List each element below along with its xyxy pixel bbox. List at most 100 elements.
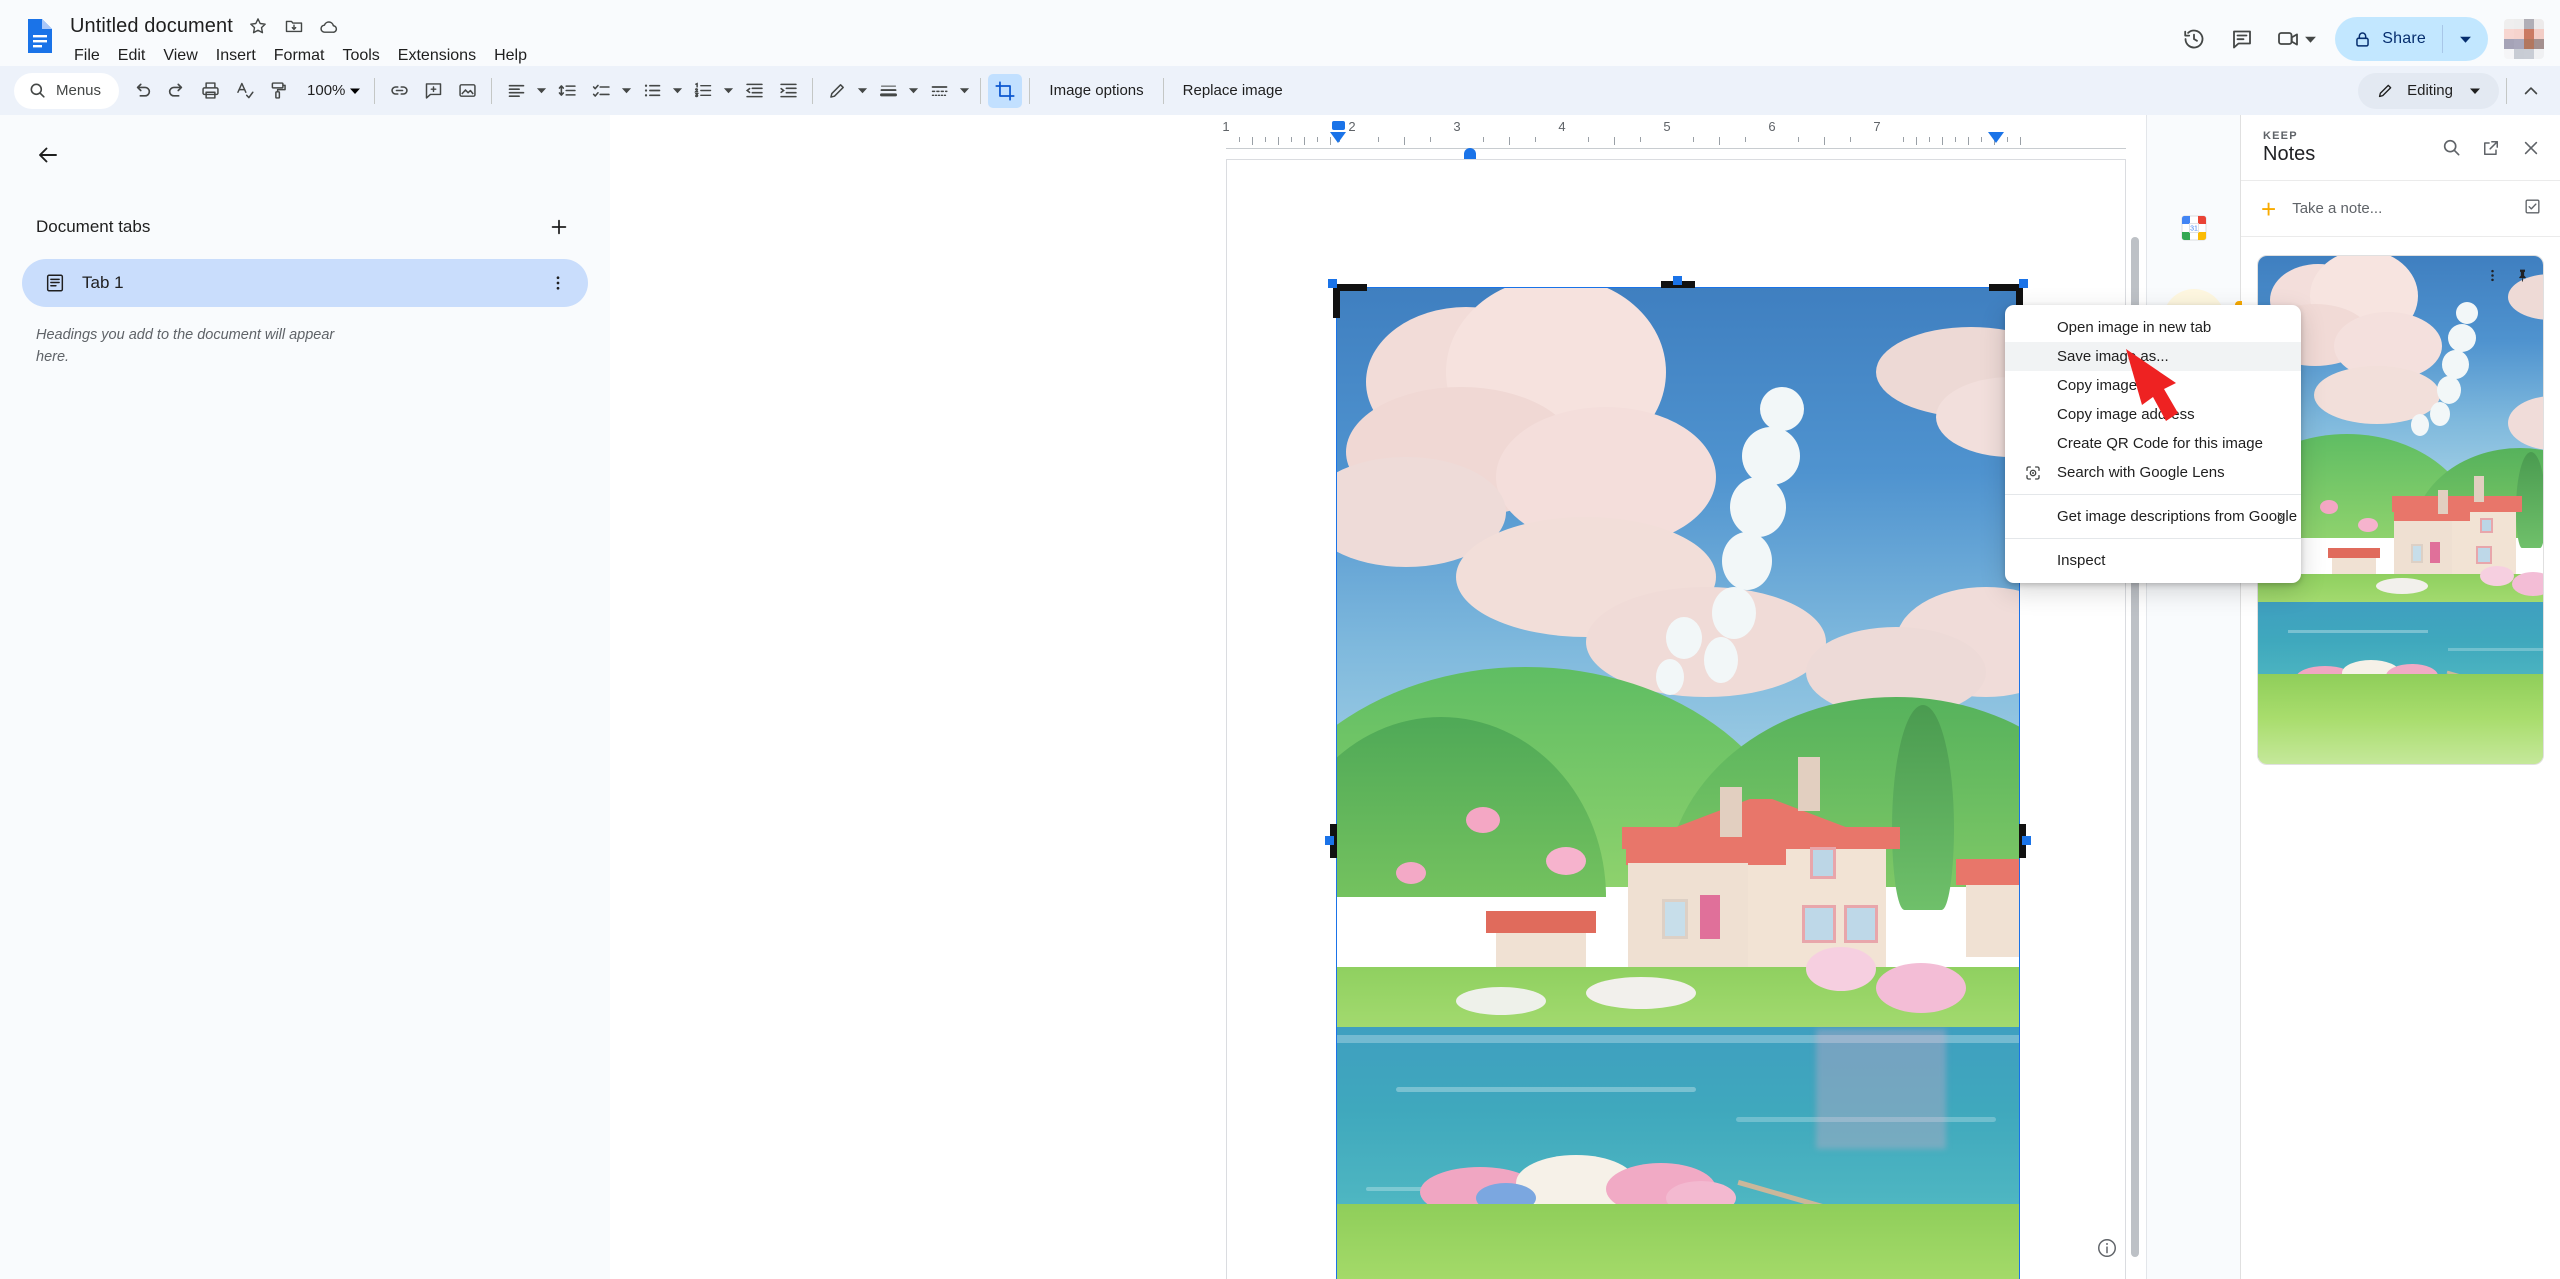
toolbar-right-group: Editing — [2358, 72, 2548, 109]
comment-history-icon[interactable] — [2220, 17, 2264, 61]
google-lens-icon — [2024, 464, 2042, 482]
meet-button[interactable] — [2268, 17, 2321, 61]
share-caret-icon[interactable] — [2443, 17, 2488, 61]
add-tab-button[interactable] — [542, 210, 576, 244]
align-button[interactable] — [499, 74, 533, 108]
editing-mode-button[interactable]: Editing — [2358, 72, 2499, 109]
keep-panel-title: Notes — [2263, 142, 2316, 165]
paint-format-button[interactable] — [261, 74, 295, 108]
numbered-list-button[interactable] — [686, 74, 720, 108]
more-vert-icon[interactable] — [544, 269, 572, 297]
context-menu-item-copy-image-address[interactable]: Copy image address — [2005, 400, 2301, 429]
toolbar-divider — [491, 77, 493, 104]
insert-image-button[interactable] — [450, 74, 484, 108]
context-menu-label: Copy image — [2057, 377, 2138, 394]
document-tab-icon — [46, 274, 64, 292]
svg-text:31: 31 — [2190, 226, 2198, 233]
body-area: Document tabs Tab 1 Headings you add to … — [0, 115, 2560, 1279]
context-menu-label: Copy image address — [2057, 406, 2195, 423]
context-menu-item-copy-image[interactable]: Copy image — [2005, 371, 2301, 400]
keep-notes-panel: KEEP Notes + Take a note... — [2240, 115, 2560, 1279]
redo-button[interactable] — [159, 74, 193, 108]
more-vert-icon[interactable] — [2481, 264, 2503, 286]
decrease-indent-button[interactable] — [737, 74, 771, 108]
title-and-menus: Untitled document File Edit View Insert … — [70, 8, 536, 69]
search-menus-button[interactable]: Menus — [14, 72, 120, 109]
context-menu-label: Create QR Code for this image — [2057, 435, 2263, 452]
document-tabs-header: Document tabs — [0, 209, 610, 245]
context-menu-label: Search with Google Lens — [2057, 464, 2225, 481]
pencil-icon — [2379, 84, 2392, 98]
title-bar: Untitled document File Edit View Insert … — [0, 0, 2560, 66]
context-menu-item-create-qr-code[interactable]: Create QR Code for this image — [2005, 429, 2301, 458]
document-image[interactable] — [1336, 287, 2020, 1279]
bulleted-list-button[interactable] — [635, 74, 669, 108]
page-title[interactable]: Untitled document — [70, 15, 233, 38]
chevron-down-icon — [2470, 88, 2480, 94]
document-tabs-label: Document tabs — [36, 217, 151, 236]
arrow-left-icon[interactable] — [26, 133, 70, 177]
image-context-menu[interactable]: Open image in new tab Save image as... C… — [2005, 305, 2301, 583]
checklist-caret-icon[interactable] — [618, 74, 635, 108]
search-icon — [30, 83, 45, 98]
context-menu-item-get-image-descriptions[interactable]: Get image descriptions from Google — [2005, 502, 2301, 531]
take-a-note-input[interactable]: + Take a note... — [2241, 181, 2560, 237]
image-options-button[interactable]: Image options — [1037, 75, 1155, 106]
context-menu-item-open-image-in-new-tab[interactable]: Open image in new tab — [2005, 313, 2301, 342]
lock-icon — [2356, 31, 2370, 47]
share-label: Share — [2382, 30, 2426, 47]
border-color-button[interactable] — [820, 74, 854, 108]
toolbar-divider — [1162, 77, 1164, 104]
open-in-new-icon[interactable] — [2472, 129, 2510, 167]
bulleted-list-caret-icon[interactable] — [669, 74, 686, 108]
checkbox-icon[interactable] — [2523, 197, 2542, 221]
share-button[interactable]: Share — [2335, 17, 2488, 61]
chevron-down-icon — [2305, 36, 2317, 43]
context-menu-item-search-with-google-lens[interactable]: Search with Google Lens — [2005, 458, 2301, 487]
replace-image-button[interactable]: Replace image — [1171, 75, 1295, 106]
info-icon[interactable] — [2090, 1231, 2124, 1265]
context-menu-item-save-image-as[interactable]: Save image as... — [2005, 342, 2301, 371]
version-history-icon[interactable] — [2172, 17, 2216, 61]
border-weight-button[interactable] — [871, 74, 905, 108]
increase-indent-button[interactable] — [771, 74, 805, 108]
numbered-list-caret-icon[interactable] — [720, 74, 737, 108]
context-menu-item-inspect[interactable]: Inspect — [2005, 546, 2301, 575]
toolbar-divider — [980, 77, 982, 104]
border-weight-caret-icon[interactable] — [905, 74, 922, 108]
user-avatar[interactable] — [2504, 19, 2544, 59]
zoom-selector[interactable]: 100% — [297, 74, 365, 108]
context-menu-label: Get image descriptions from Google — [2057, 508, 2298, 525]
document-tabs-pane: Document tabs Tab 1 Headings you add to … — [0, 115, 610, 1279]
document-scroll-area[interactable] — [610, 115, 2146, 1279]
checklist-button[interactable] — [584, 74, 618, 108]
collapse-toolbar-button[interactable] — [2514, 74, 2548, 108]
insert-link-button[interactable] — [382, 74, 416, 108]
line-spacing-button[interactable] — [550, 74, 584, 108]
close-icon[interactable] — [2512, 129, 2550, 167]
spelling-button[interactable] — [227, 74, 261, 108]
border-dash-button[interactable] — [922, 74, 956, 108]
crop-button[interactable] — [988, 73, 1023, 108]
pin-icon[interactable] — [2511, 264, 2533, 286]
undo-button[interactable] — [125, 74, 159, 108]
context-menu-separator — [2005, 538, 2301, 539]
print-button[interactable] — [193, 74, 227, 108]
star-icon[interactable] — [247, 15, 269, 37]
sidebar-item-calendar[interactable]: 31 — [2163, 197, 2225, 259]
border-dash-caret-icon[interactable] — [956, 74, 973, 108]
border-color-caret-icon[interactable] — [854, 74, 871, 108]
move-to-folder-icon[interactable] — [283, 15, 305, 37]
add-comment-button[interactable] — [416, 74, 450, 108]
context-menu-label: Inspect — [2057, 552, 2106, 569]
align-caret-icon[interactable] — [533, 74, 550, 108]
main-toolbar: Menus 100% Image options Replace image E… — [0, 66, 2560, 115]
chevron-right-icon — [2273, 510, 2287, 524]
cloud-saved-icon[interactable] — [319, 15, 341, 37]
docs-logo-icon[interactable] — [18, 14, 62, 58]
outline-empty-hint: Headings you add to the document will ap… — [36, 327, 335, 365]
sidebar-item-tab-1[interactable]: Tab 1 — [22, 259, 588, 307]
sidebar-item-label: Tab 1 — [82, 273, 124, 292]
toolbar-divider — [2506, 77, 2507, 104]
keep-search-icon[interactable] — [2432, 129, 2470, 167]
